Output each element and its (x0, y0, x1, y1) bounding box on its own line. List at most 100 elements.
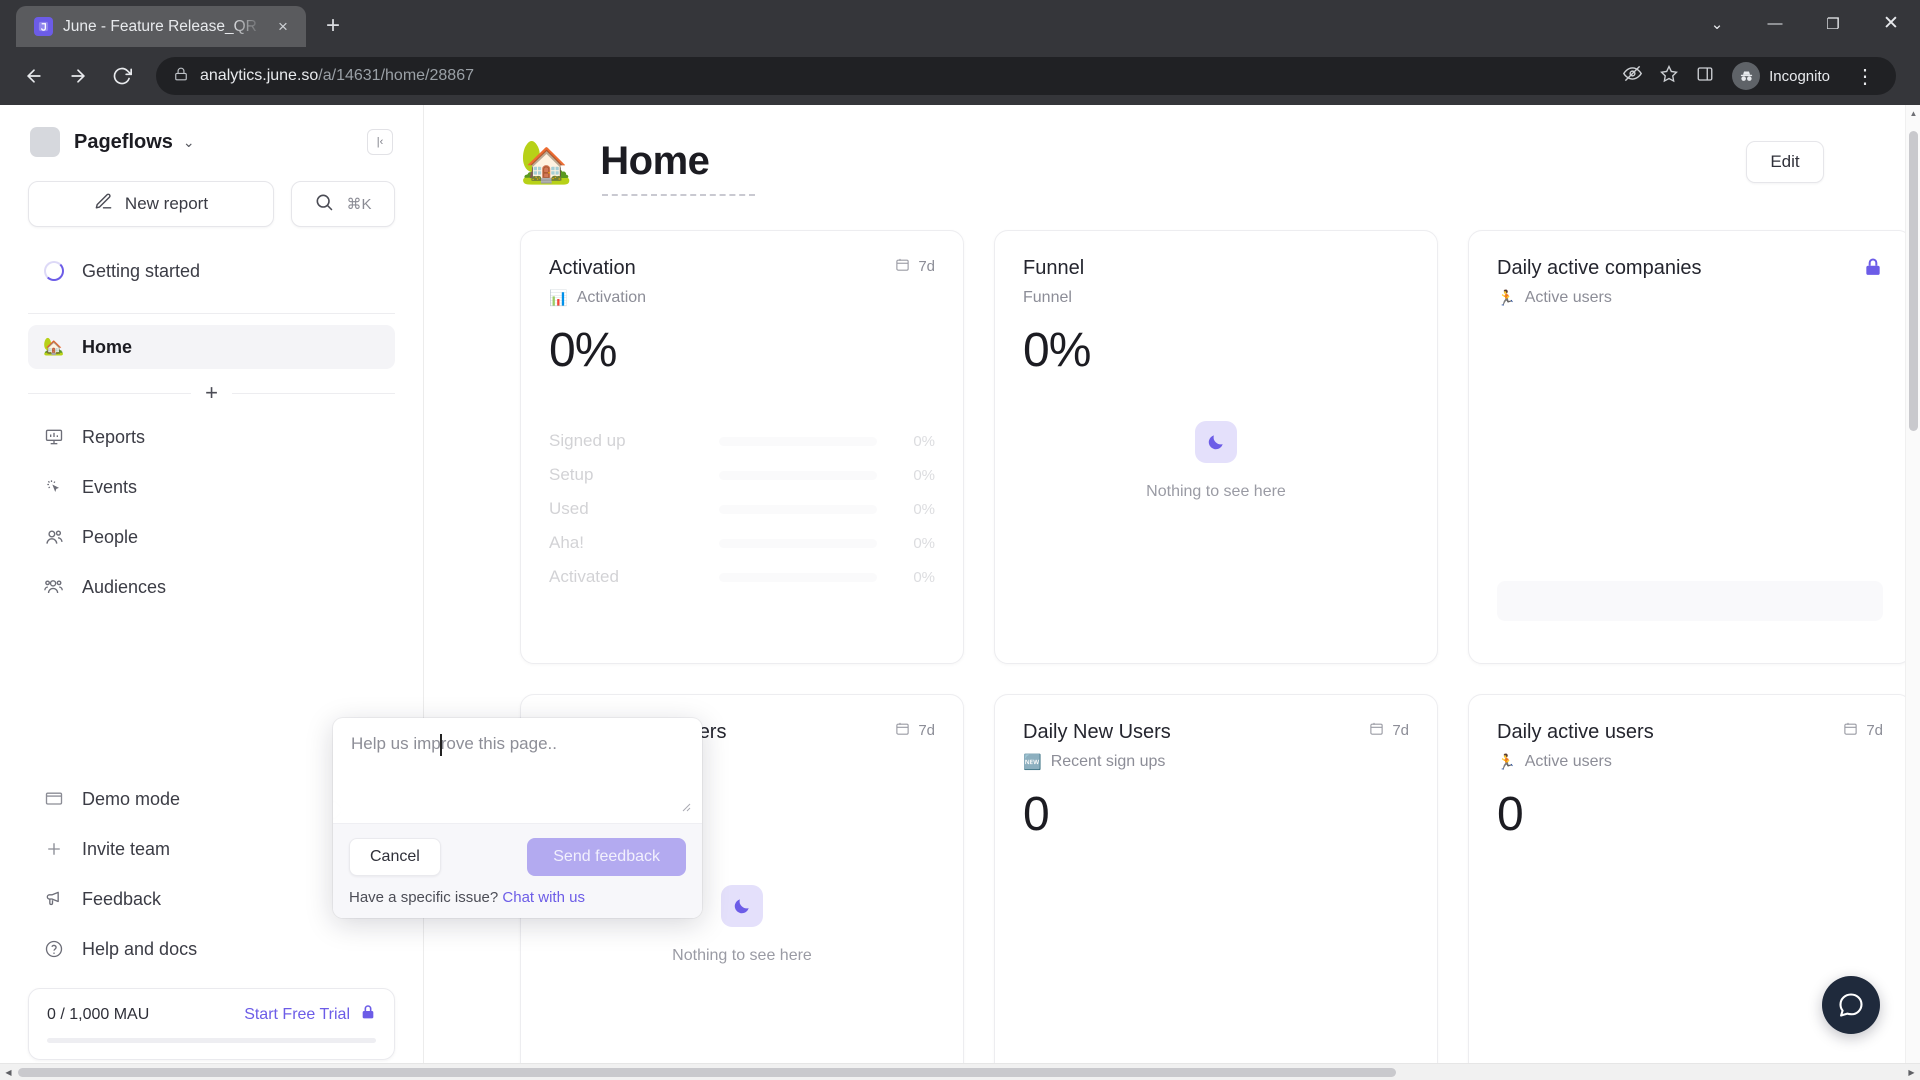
plus-icon[interactable]: + (191, 382, 232, 404)
sidebar-item-people[interactable]: People (28, 515, 395, 559)
funnel-step-label: Used (549, 499, 589, 518)
moon-icon (721, 885, 763, 927)
card-subtitle: Active users (1524, 289, 1612, 306)
funnel-step-bar (719, 504, 877, 514)
send-feedback-button[interactable]: Send feedback (527, 838, 686, 876)
scroll-left-arrow-icon[interactable]: ◀ (0, 1064, 17, 1080)
lock-icon[interactable] (1863, 257, 1883, 281)
workspace-logo (30, 127, 60, 157)
funnel-step-row: Used 0% (549, 492, 935, 526)
feedback-placeholder: Help us improve this page.. (351, 734, 557, 753)
funnel-step-label: Setup (549, 465, 594, 484)
empty-state-text: Nothing to see here (672, 947, 812, 964)
add-section-divider: + (28, 382, 396, 404)
funnel-step-pct: 0% (913, 534, 935, 552)
megaphone-icon (42, 889, 66, 909)
window-controls: ⌄ — ❐ ✕ (1688, 0, 1920, 47)
feedback-note-prefix: Have a specific issue? (349, 889, 503, 906)
card-subtitle: Funnel (1023, 289, 1072, 306)
sidebar-item-label: People (82, 526, 139, 547)
funnel-step-row: Signed up 0% (549, 424, 935, 458)
tracking-protection-icon[interactable] (1623, 64, 1643, 88)
resize-handle-icon[interactable] (679, 800, 691, 815)
browser-tab[interactable]: June - Feature Release_QR Code × (16, 6, 306, 47)
vertical-scrollbar-thumb[interactable] (1909, 131, 1918, 431)
window-close-icon[interactable]: ✕ (1862, 0, 1920, 47)
june-logo-icon (34, 17, 53, 36)
workspace-switcher[interactable]: Pageflows ⌄ |‹ (28, 105, 395, 175)
chevron-down-icon[interactable]: ⌄ (1688, 0, 1746, 47)
home-emoji-icon: 🏡 (520, 137, 573, 185)
text-cursor (440, 734, 442, 756)
sidebar-item-getting-started[interactable]: Getting started (28, 249, 395, 293)
forward-icon[interactable] (58, 56, 98, 96)
sidebar-item-audiences[interactable]: Audiences (28, 565, 395, 609)
search-button[interactable]: ⌘K (291, 181, 395, 227)
chat-with-us-link[interactable]: Chat with us (502, 889, 585, 906)
empty-state: Nothing to see here (995, 421, 1437, 501)
chevron-down-icon[interactable]: ⌄ (183, 134, 195, 151)
sidebar-actions: New report ⌘K (28, 175, 395, 235)
new-tab-button[interactable]: + (314, 7, 352, 45)
metric-card-activation[interactable]: Activation 📊 Activation 7d 0% Signed up … (520, 230, 964, 664)
progress-spinner-icon (42, 261, 66, 281)
sidebar-item-reports[interactable]: Reports (28, 415, 395, 459)
reload-icon[interactable] (102, 56, 142, 96)
collapse-sidebar-button[interactable]: |‹ (367, 129, 393, 155)
funnel-step-row: Aha! 0% (549, 526, 935, 560)
bookmark-star-icon[interactable] (1660, 64, 1679, 88)
card-value: 0% (1023, 324, 1091, 377)
horizontal-scrollbar[interactable]: ◀ ▶ (0, 1063, 1920, 1080)
feedback-footer: Cancel Send feedback Have a specific iss… (333, 823, 702, 918)
sidebar-item-home[interactable]: 🏡 Home (28, 325, 395, 369)
horizontal-scrollbar-thumb[interactable] (18, 1068, 1396, 1077)
browser-menu-icon[interactable]: ⋮ (1848, 64, 1882, 89)
card-value: 0% (549, 324, 617, 377)
help-circle-icon (42, 939, 66, 959)
card-subtitle: Activation (576, 289, 647, 306)
browser-tab-title: June - Feature Release_QR Code (63, 17, 262, 35)
address-bar[interactable]: analytics.june.so/a/14631/home/28867 Inc… (156, 57, 1896, 95)
sidebar-item-events[interactable]: Events (28, 465, 395, 509)
sidebar-item-label: Events (82, 476, 138, 497)
metric-card-daily-active-companies[interactable]: Daily active companies 🏃 Active users (1468, 230, 1912, 664)
chat-bubble-icon[interactable] (1822, 976, 1880, 1034)
back-icon[interactable] (14, 56, 54, 96)
card-title: Activation (549, 257, 636, 279)
cancel-button[interactable]: Cancel (349, 838, 441, 876)
bar-chart-emoji-icon: 📊 (549, 290, 568, 307)
start-free-trial-button[interactable]: Start Free Trial (244, 1004, 376, 1025)
edit-button[interactable]: Edit (1746, 140, 1824, 183)
funnel-step-row: Setup 0% (549, 458, 935, 492)
new-report-button[interactable]: New report (28, 181, 274, 227)
minimize-icon[interactable]: — (1746, 0, 1804, 47)
close-icon[interactable]: × (272, 16, 294, 38)
metric-card-funnel[interactable]: Funnel Funnel 0% Nothing to see here (994, 230, 1438, 664)
card-subtitle: Active users (1524, 753, 1612, 770)
sidebar-item-help-and-docs[interactable]: Help and docs (28, 927, 395, 971)
calendar-icon (1369, 721, 1384, 740)
card-date-range[interactable]: 7d (895, 721, 935, 740)
incognito-label: Incognito (1769, 67, 1830, 85)
side-panel-icon[interactable] (1696, 65, 1714, 88)
scroll-up-arrow-icon[interactable]: ▲ (1906, 105, 1920, 121)
app-page: Pageflows ⌄ |‹ New report ⌘K Getting sta… (0, 105, 1920, 1080)
audiences-icon (42, 576, 66, 598)
runner-emoji-icon: 🏃 (1497, 290, 1516, 307)
card-date-range[interactable]: 7d (1369, 721, 1409, 740)
incognito-profile-button[interactable]: Incognito (1732, 62, 1830, 90)
feedback-textarea[interactable]: Help us improve this page.. (333, 718, 702, 823)
people-icon (42, 527, 66, 548)
funnel-step-pct: 0% (913, 568, 935, 586)
funnel-step-pct: 0% (913, 466, 935, 484)
vertical-scrollbar[interactable]: ▲ (1905, 105, 1920, 1080)
metric-card-daily-new-users[interactable]: Daily New Users 🆕 Recent sign ups 7d 0 (994, 694, 1438, 1080)
funnel-step-label: Signed up (549, 431, 626, 450)
scroll-right-arrow-icon[interactable]: ▶ (1903, 1064, 1920, 1080)
card-date-range[interactable]: 7d (895, 257, 935, 276)
main-content: 🏡 Home Edit Activation 📊 Activation 7d 0… (424, 105, 1920, 1080)
maximize-icon[interactable]: ❐ (1804, 0, 1862, 47)
card-date-range[interactable]: 7d (1843, 721, 1883, 740)
card-date-range-label: 7d (918, 722, 935, 739)
card-value: 0 (1023, 788, 1050, 841)
